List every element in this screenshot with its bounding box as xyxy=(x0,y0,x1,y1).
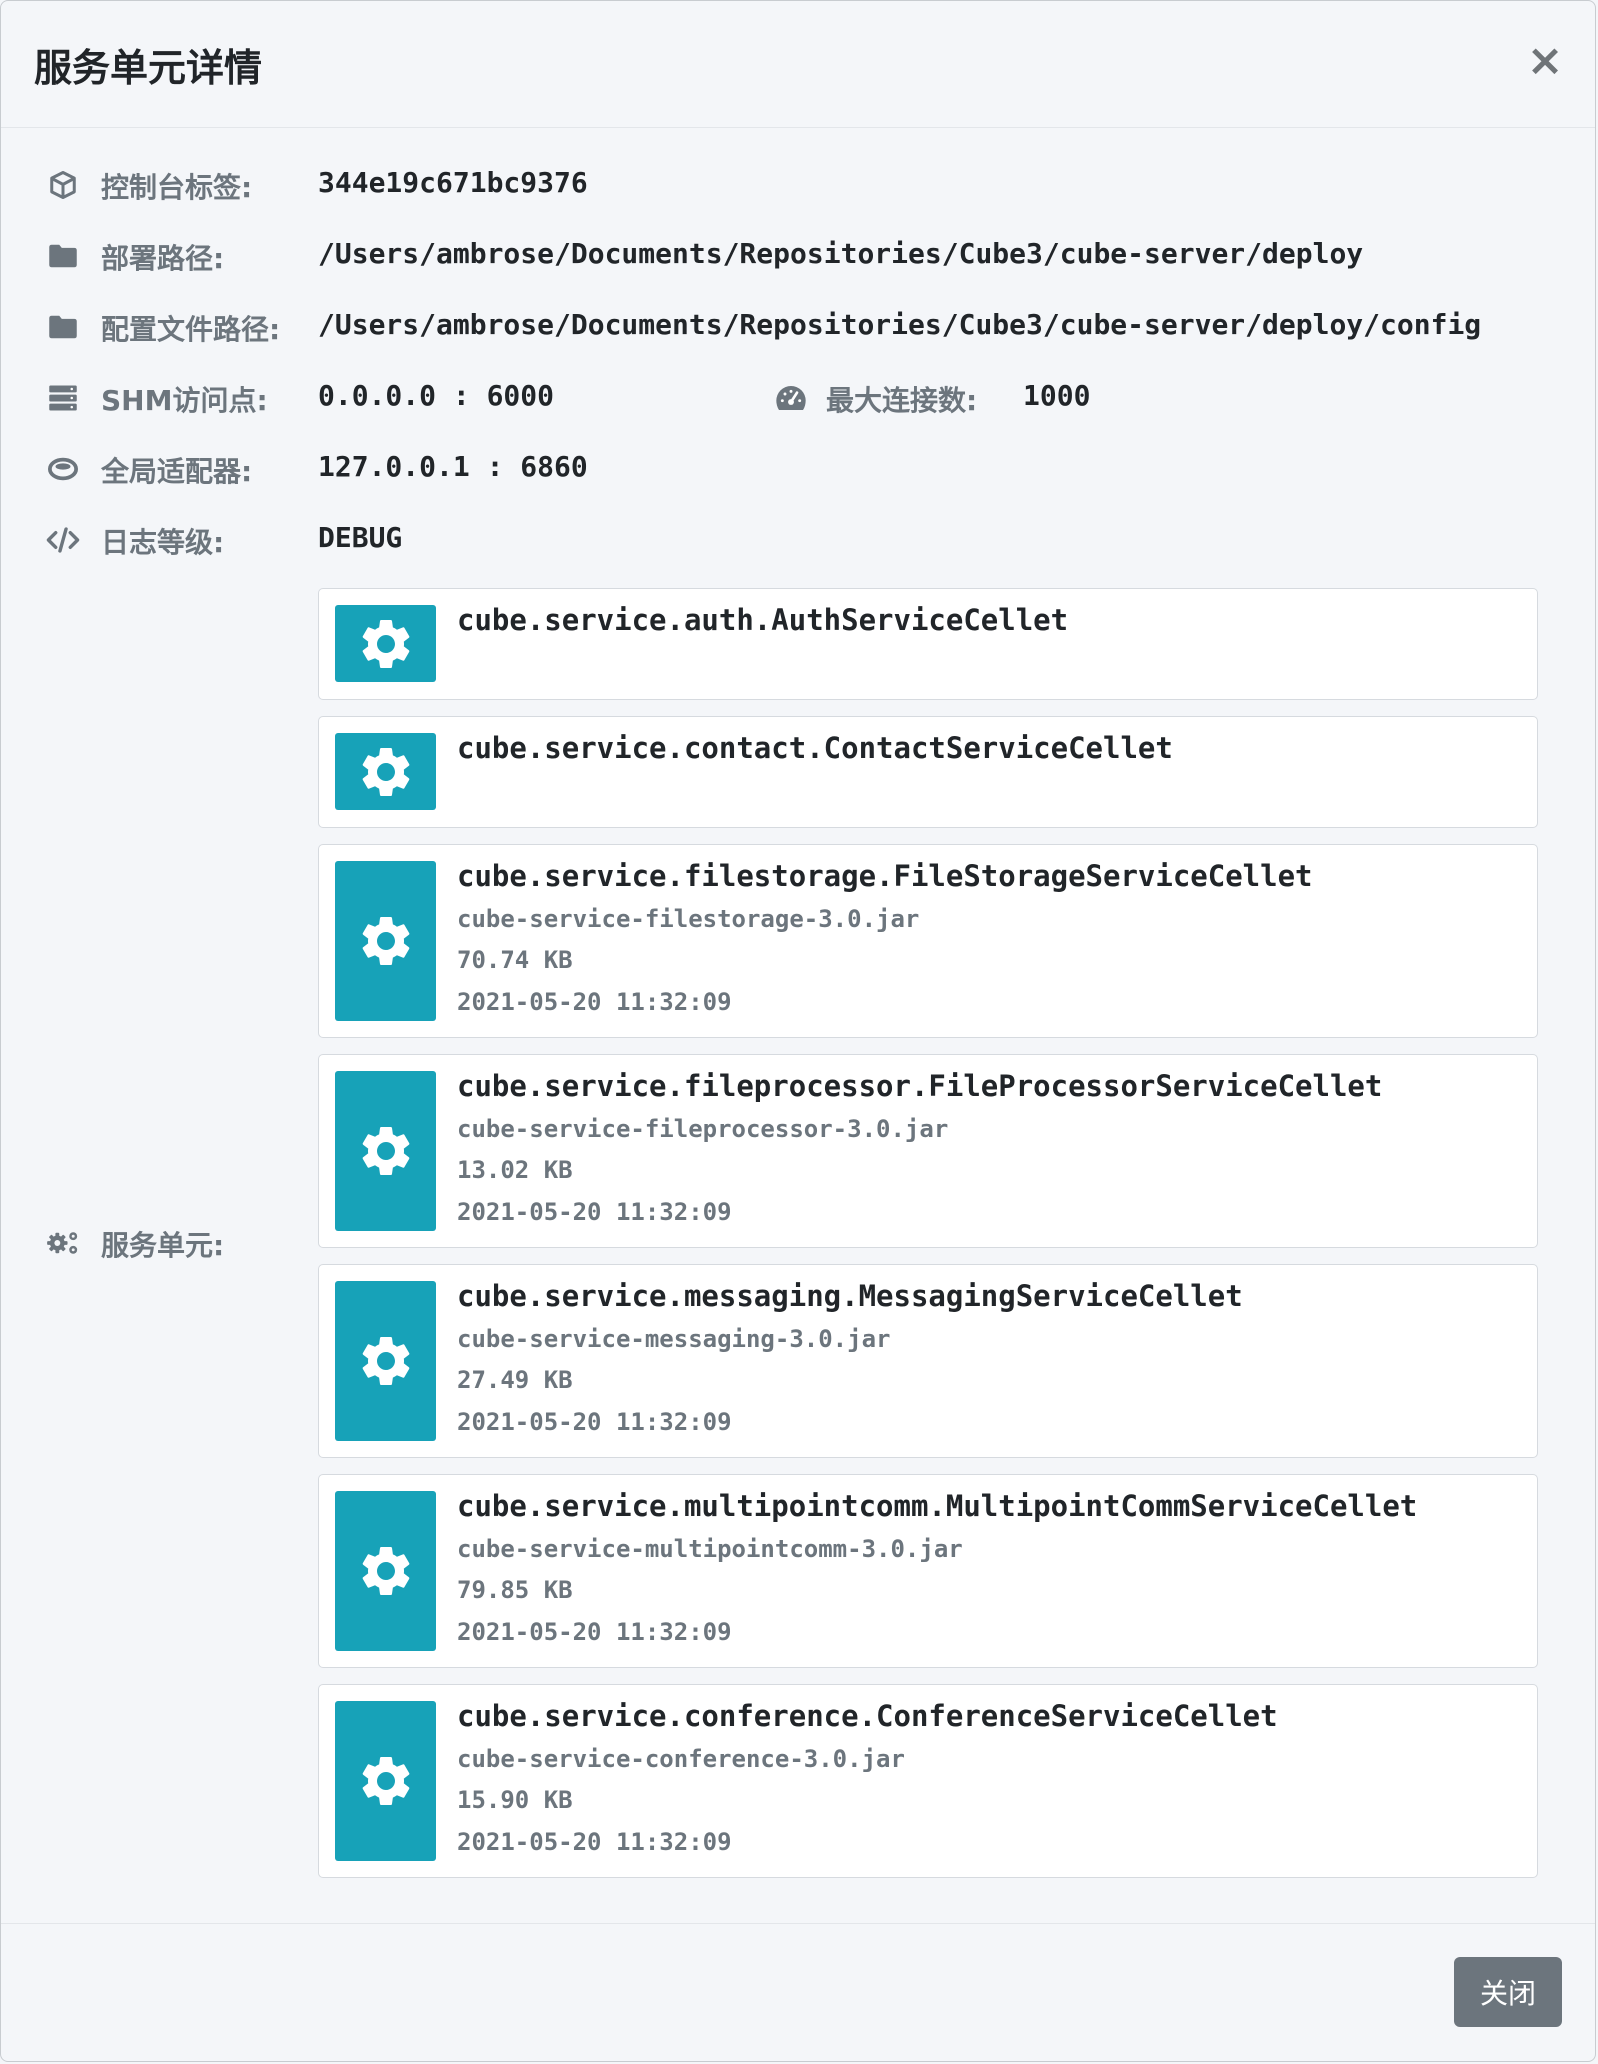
cellet-date: 2021-05-20 11:32:09 xyxy=(457,1408,732,1436)
shm-endpoint-label: SHM访问点: xyxy=(101,384,268,417)
max-connections-label: 最大连接数: xyxy=(826,384,978,417)
cellet-list: cube.service.auth.AuthServiceCellet cube… xyxy=(318,588,1538,1894)
code-icon xyxy=(46,525,80,555)
console-tag-label: 控制台标签: xyxy=(101,171,253,204)
gear-icon xyxy=(335,1491,436,1651)
gear-icon xyxy=(335,1071,436,1231)
log-level-value: DEBUG xyxy=(318,521,403,554)
config-path-label: 配置文件路径: xyxy=(101,313,281,346)
cellet-name: cube.service.fileprocessor.FileProcessor… xyxy=(457,1069,1383,1103)
cellet-date: 2021-05-20 11:32:09 xyxy=(457,988,732,1016)
gear-icon xyxy=(335,1701,436,1861)
service-unit-detail-modal: 服务单元详情 × 控制台标签: 344e19c671bc9376 部署路径: /… xyxy=(0,0,1596,2062)
cellet-size: 70.74 KB xyxy=(457,946,573,974)
cellet-card[interactable]: cube.service.fileprocessor.FileProcessor… xyxy=(318,1054,1538,1248)
cellet-date: 2021-05-20 11:32:09 xyxy=(457,1828,732,1856)
cellet-name: cube.service.multipointcomm.MultipointCo… xyxy=(457,1489,1418,1523)
cellet-name: cube.service.conference.ConferenceServic… xyxy=(457,1699,1278,1733)
row-log-level: 日志等级: DEBUG xyxy=(1,515,1595,565)
modal-header: 服务单元详情 × xyxy=(1,1,1595,128)
cube-icon xyxy=(46,170,80,200)
cellet-name: cube.service.contact.ContactServiceCelle… xyxy=(457,731,1173,765)
log-level-label: 日志等级: xyxy=(101,526,225,559)
cellet-card[interactable]: cube.service.filestorage.FileStorageServ… xyxy=(318,844,1538,1038)
folder-icon xyxy=(46,241,80,271)
gauge-icon xyxy=(774,383,808,413)
cellet-date: 2021-05-20 11:32:09 xyxy=(457,1618,732,1646)
service-units-label: 服务单元: xyxy=(101,1229,225,1262)
ring-icon xyxy=(46,454,80,484)
folder-icon xyxy=(46,312,80,342)
row-config-path: 配置文件路径: /Users/ambrose/Documents/Reposit… xyxy=(1,302,1595,352)
cellet-size: 13.02 KB xyxy=(457,1156,573,1184)
modal-footer: 关闭 xyxy=(1,1923,1595,2061)
console-tag-value: 344e19c671bc9376 xyxy=(318,166,588,199)
config-path-value: /Users/ambrose/Documents/Repositories/Cu… xyxy=(318,308,1482,341)
cellet-card[interactable]: cube.service.auth.AuthServiceCellet xyxy=(318,588,1538,700)
gear-icon xyxy=(335,861,436,1021)
cellet-card[interactable]: cube.service.contact.ContactServiceCelle… xyxy=(318,716,1538,828)
global-adapter-value: 127.0.0.1 : 6860 xyxy=(318,450,588,483)
cogs-icon xyxy=(46,1228,80,1258)
cellet-name: cube.service.filestorage.FileStorageServ… xyxy=(457,859,1313,893)
cellet-jar: cube-service-conference-3.0.jar xyxy=(457,1745,905,1773)
row-shm-endpoint: SHM访问点: 0.0.0.0 : 6000 最大连接数: 1000 xyxy=(1,373,1595,423)
gear-icon xyxy=(335,733,436,810)
cellet-size: 15.90 KB xyxy=(457,1786,573,1814)
server-icon xyxy=(46,383,80,413)
deploy-path-label: 部署路径: xyxy=(101,242,225,275)
row-deploy-path: 部署路径: /Users/ambrose/Documents/Repositor… xyxy=(1,231,1595,281)
cellet-name: cube.service.messaging.MessagingServiceC… xyxy=(457,1279,1243,1313)
cellet-size: 27.49 KB xyxy=(457,1366,573,1394)
cellet-size: 79.85 KB xyxy=(457,1576,573,1604)
cellet-card[interactable]: cube.service.conference.ConferenceServic… xyxy=(318,1684,1538,1878)
cellet-jar: cube-service-multipointcomm-3.0.jar xyxy=(457,1535,963,1563)
cellet-name: cube.service.auth.AuthServiceCellet xyxy=(457,603,1069,637)
cellet-date: 2021-05-20 11:32:09 xyxy=(457,1198,732,1226)
modal-title: 服务单元详情 xyxy=(34,46,263,90)
cellet-jar: cube-service-fileprocessor-3.0.jar xyxy=(457,1115,949,1143)
cellet-card[interactable]: cube.service.messaging.MessagingServiceC… xyxy=(318,1264,1538,1458)
deploy-path-value: /Users/ambrose/Documents/Repositories/Cu… xyxy=(318,237,1364,270)
row-console-tag: 控制台标签: 344e19c671bc9376 xyxy=(1,160,1595,210)
close-icon[interactable]: × xyxy=(1525,39,1565,83)
cellet-jar: cube-service-messaging-3.0.jar xyxy=(457,1325,891,1353)
shm-endpoint-value: 0.0.0.0 : 6000 xyxy=(318,379,555,412)
gear-icon xyxy=(335,605,436,682)
cellet-card[interactable]: cube.service.multipointcomm.MultipointCo… xyxy=(318,1474,1538,1668)
gear-icon xyxy=(335,1281,436,1441)
close-button[interactable]: 关闭 xyxy=(1454,1957,1562,2027)
row-global-adapter: 全局适配器: 127.0.0.1 : 6860 xyxy=(1,444,1595,494)
global-adapter-label: 全局适配器: xyxy=(101,455,253,488)
max-connections-value: 1000 xyxy=(1023,379,1091,412)
cellet-jar: cube-service-filestorage-3.0.jar xyxy=(457,905,920,933)
